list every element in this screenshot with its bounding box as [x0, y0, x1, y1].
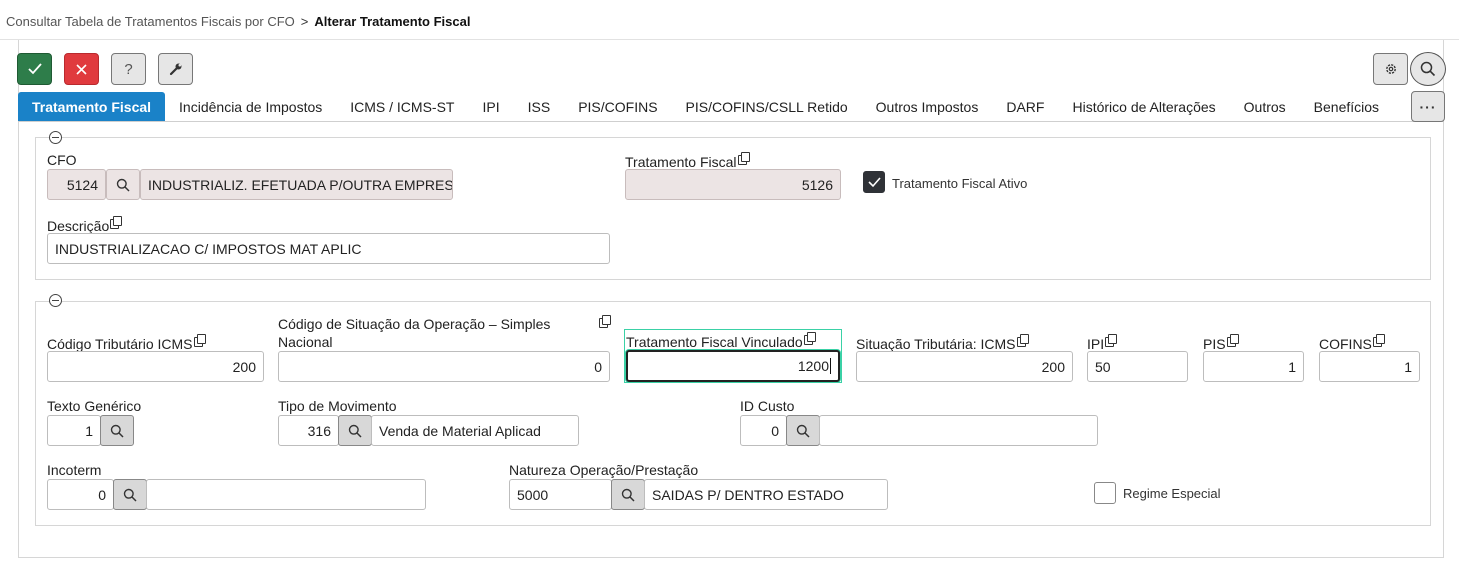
cfo-label: CFO [47, 152, 77, 168]
copy-icon[interactable] [1016, 334, 1029, 347]
tab-iss[interactable]: ISS [514, 92, 565, 122]
breadcrumb: Consultar Tabela de Tratamentos Fiscais … [6, 14, 470, 29]
tratamento-fiscal-field[interactable]: 5126 [625, 169, 841, 200]
copy-icon[interactable] [737, 152, 750, 165]
id-custo-code-field[interactable]: 0 [740, 415, 787, 446]
tools-button[interactable] [158, 53, 193, 85]
ipi-field[interactable]: 50 [1087, 351, 1188, 382]
search-icon [621, 488, 635, 502]
tab-ipi[interactable]: IPI [468, 92, 513, 122]
natureza-operacao-description-field[interactable]: SAIDAS P/ DENTRO ESTADO [644, 479, 888, 510]
copy-icon[interactable] [599, 315, 611, 328]
texto-generico-field[interactable]: 1 [47, 415, 101, 446]
collapse-icon[interactable] [49, 294, 62, 307]
copy-icon[interactable] [193, 334, 206, 347]
help-button[interactable]: ? [111, 53, 146, 85]
confirm-button[interactable] [17, 53, 52, 85]
regime-especial-checkbox[interactable] [1094, 482, 1116, 504]
tipo-movimento-label: Tipo de Movimento [278, 398, 397, 414]
gear-icon [1385, 64, 1396, 74]
cofins-label: COFINS [1319, 334, 1385, 352]
incoterm-lookup-button[interactable] [113, 479, 147, 510]
tab-pis-cofins[interactable]: PIS/COFINS [564, 92, 671, 122]
csosn-field[interactable]: 0 [278, 351, 610, 382]
cofins-field[interactable]: 1 [1319, 351, 1420, 382]
tipo-movimento-description-field[interactable]: Venda de Material Aplicad [371, 415, 579, 446]
codigo-tributario-icms-label: Código Tributário ICMS [47, 334, 206, 352]
tratamento-fiscal-ativo-label: Tratamento Fiscal Ativo [892, 176, 1028, 191]
id-custo-description-field[interactable] [819, 415, 1098, 446]
situacao-tributaria-icms-field[interactable]: 200 [856, 351, 1073, 382]
texto-generico-label: Texto Genérico [47, 398, 142, 414]
more-tabs-button[interactable]: ··· [1411, 91, 1445, 122]
search-icon [116, 178, 130, 192]
tratamento-fiscal-label: Tratamento Fiscal [625, 152, 750, 170]
texto-generico-lookup-button[interactable] [100, 415, 134, 446]
incoterm-code-field[interactable]: 0 [47, 479, 114, 510]
text-cursor [830, 358, 831, 374]
tab-darf[interactable]: DARF [992, 92, 1058, 122]
page-title: Alterar Tratamento Fiscal [314, 14, 471, 29]
pis-label: PIS [1203, 334, 1239, 352]
tab-incidencia-impostos[interactable]: Incidência de Impostos [165, 92, 336, 122]
tab-divider [18, 121, 1444, 122]
regime-especial-label: Regime Especial [1123, 486, 1221, 501]
tab-tratamento-fiscal[interactable]: Tratamento Fiscal [18, 92, 166, 122]
tratamento-fiscal-vinculado-field[interactable]: 1200 [626, 350, 840, 382]
copy-icon[interactable] [1105, 334, 1118, 347]
search-icon [796, 424, 810, 438]
tipo-movimento-lookup-button[interactable] [338, 415, 372, 446]
tab-outros[interactable]: Outros [1230, 92, 1300, 122]
cancel-button[interactable] [64, 53, 99, 85]
search-icon [348, 424, 362, 438]
csosn-label-line2: Nacional [278, 334, 333, 350]
natureza-operacao-lookup-button[interactable] [611, 479, 645, 510]
cfo-code-field[interactable]: 5124 [47, 169, 106, 200]
tab-outros-impostos[interactable]: Outros Impostos [862, 92, 993, 122]
copy-icon[interactable] [1226, 334, 1239, 347]
tab-bar: Tratamento Fiscal Incidência de Impostos… [18, 92, 1393, 122]
tab-beneficios[interactable]: Benefícios [1300, 92, 1393, 122]
cfo-description-field[interactable]: INDUSTRIALIZ. EFETUADA P/OUTRA EMPRESA [140, 169, 453, 200]
breadcrumb-separator: > [300, 14, 309, 29]
tab-icms[interactable]: ICMS / ICMS-ST [336, 92, 468, 122]
copy-icon[interactable] [110, 216, 123, 229]
wrench-icon [169, 63, 181, 76]
search-icon [1420, 61, 1436, 77]
descricao-field[interactable]: INDUSTRIALIZACAO C/ IMPOSTOS MAT APLIC [47, 233, 610, 264]
tipo-movimento-code-field[interactable]: 316 [278, 415, 339, 446]
tratamento-fiscal-ativo-checkbox[interactable] [863, 171, 885, 193]
situacao-tributaria-icms-label: Situação Tributária: ICMS [856, 334, 1029, 352]
close-icon [76, 63, 87, 75]
id-custo-label: ID Custo [740, 398, 795, 414]
help-label: ? [124, 60, 133, 78]
tab-pis-cofins-csll-retido[interactable]: PIS/COFINS/CSLL Retido [672, 92, 862, 122]
cfo-lookup-button[interactable] [106, 169, 140, 200]
settings-button[interactable] [1373, 53, 1408, 85]
pis-field[interactable]: 1 [1203, 351, 1304, 382]
tab-historico[interactable]: Histórico de Alterações [1058, 92, 1229, 122]
check-icon [868, 177, 881, 188]
search-button[interactable] [1410, 52, 1446, 86]
collapse-icon[interactable] [49, 131, 62, 144]
ipi-label: IPI [1087, 334, 1118, 352]
natureza-operacao-label: Natureza Operação/Prestação [509, 462, 699, 478]
incoterm-description-field[interactable] [146, 479, 426, 510]
codigo-tributario-icms-field[interactable]: 200 [47, 351, 264, 382]
search-icon [110, 424, 124, 438]
natureza-operacao-code-field[interactable]: 5000 [509, 479, 612, 510]
csosn-label-line1: Código de Situação da Operação – Simples [278, 316, 551, 332]
search-icon [123, 488, 137, 502]
check-icon [27, 63, 42, 75]
id-custo-lookup-button[interactable] [786, 415, 820, 446]
breadcrumb-parent-link[interactable]: Consultar Tabela de Tratamentos Fiscais … [6, 14, 295, 29]
incoterm-label: Incoterm [47, 462, 102, 478]
copy-icon[interactable] [1372, 334, 1385, 347]
descricao-label: Descrição [47, 216, 123, 234]
